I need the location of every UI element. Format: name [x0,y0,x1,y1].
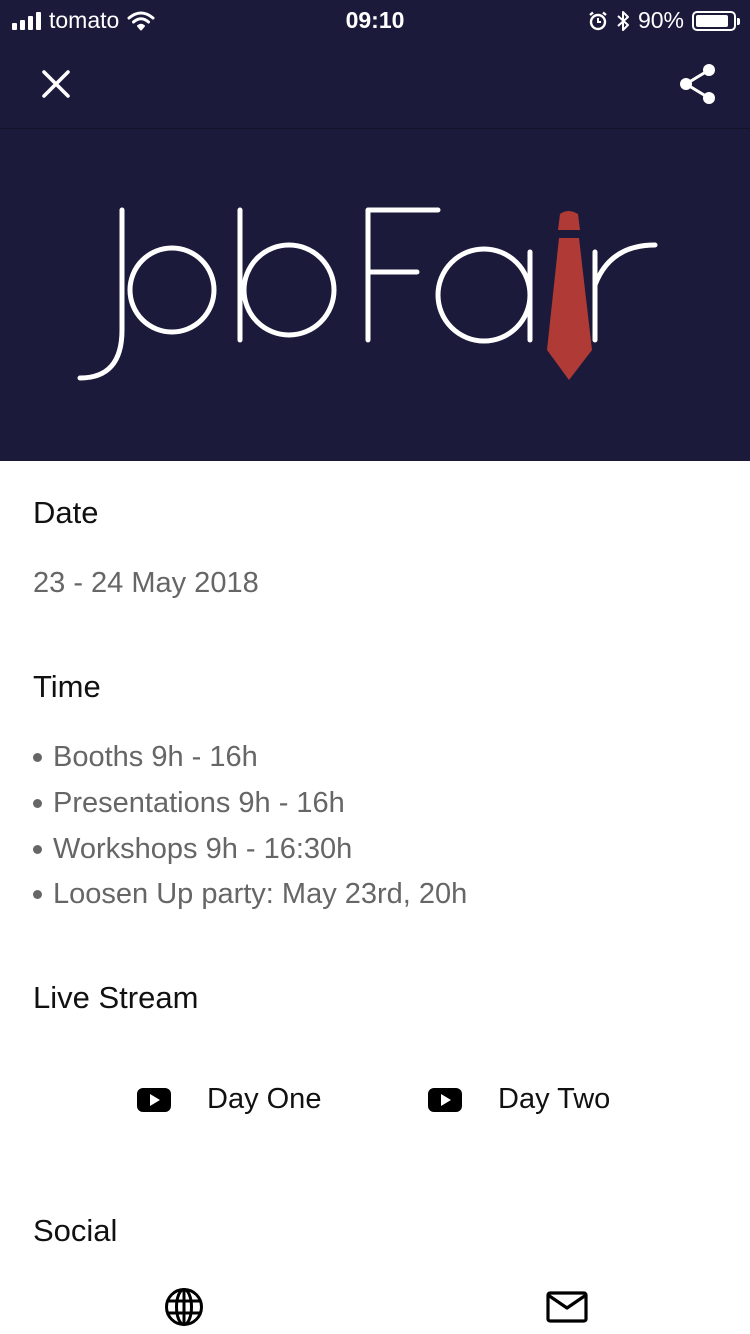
day-two-label: Day Two [498,1083,611,1115]
share-icon [680,64,715,104]
close-button[interactable] [24,52,88,116]
globe-icon [165,1288,203,1326]
mail-icon [546,1291,588,1323]
battery-icon [692,10,740,31]
bullet-icon [33,890,42,899]
close-icon [42,70,70,98]
jobfair-logo [77,207,658,381]
list-item: Booths 9h - 16h [33,741,258,774]
day-one-stream-button[interactable]: Day One [137,1083,321,1116]
email-button[interactable] [546,1291,588,1328]
day-two-stream-button[interactable]: Day Two [428,1083,610,1116]
battery-fill [696,14,728,27]
youtube-icon [428,1087,462,1112]
bullet-icon [33,799,42,808]
battery-percent: 90% [637,7,684,33]
list-item: Loosen Up party: May 23rd, 20h [33,878,467,911]
toolbar [0,42,750,129]
share-button[interactable] [666,52,730,116]
website-button[interactable] [164,1287,204,1332]
youtube-icon [137,1087,171,1112]
time-heading: Time [33,669,101,704]
bullet-icon [33,753,42,762]
list-item-text: Loosen Up party: May 23rd, 20h [53,878,468,910]
day-one-label: Day One [207,1083,322,1115]
list-item-text: Workshops 9h - 16:30h [53,833,353,865]
list-item: Workshops 9h - 16:30h [33,833,352,866]
bluetooth-icon [617,10,629,31]
date-value: 23 - 24 May 2018 [33,567,259,599]
list-item-text: Booths 9h - 16h [53,741,258,773]
header-area: tomato 09:10 90% [0,0,750,461]
date-heading: Date [33,495,99,530]
social-heading: Social [33,1213,118,1248]
bullet-icon [33,845,42,854]
status-bar: tomato 09:10 90% [0,0,750,42]
live-stream-heading: Live Stream [33,980,199,1015]
list-item-text: Presentations 9h - 16h [53,787,345,819]
alarm-icon [589,11,607,30]
list-item: Presentations 9h - 16h [33,787,345,820]
